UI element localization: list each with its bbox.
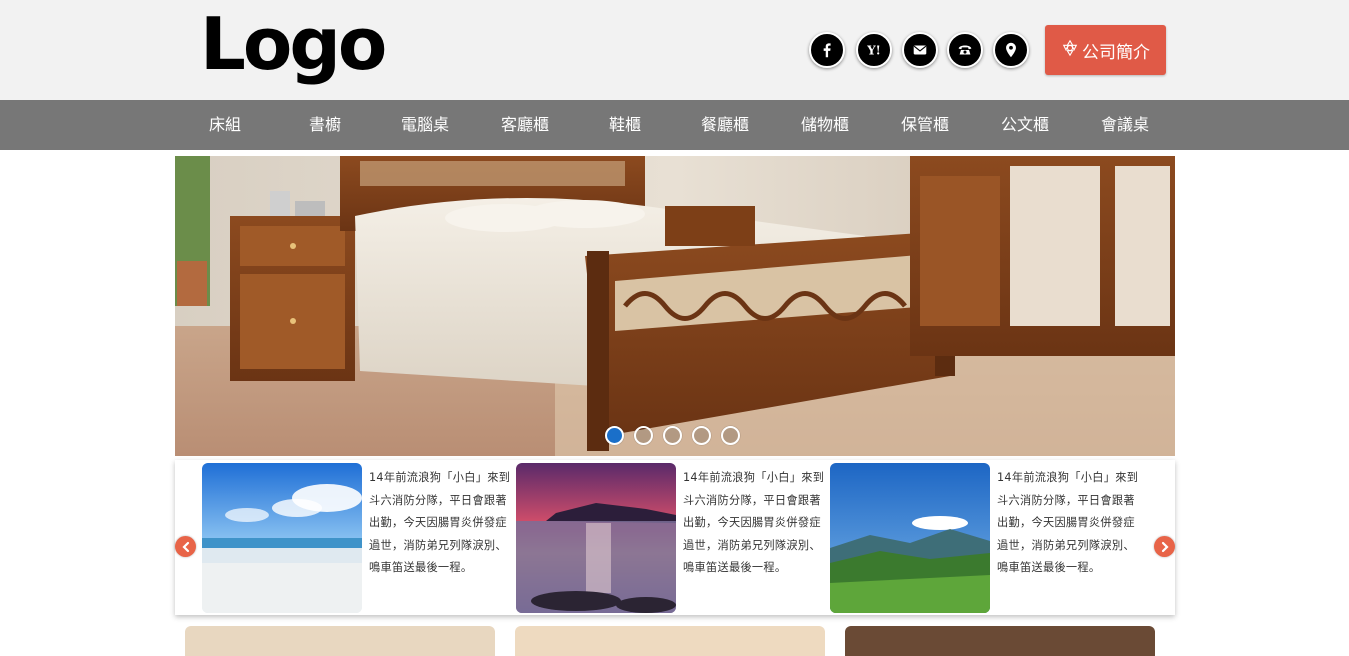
slide-dot-2[interactable] (634, 426, 653, 445)
slide-dot-5[interactable] (721, 426, 740, 445)
card-image-mountain[interactable] (830, 463, 990, 613)
product-teaser-2[interactable] (515, 626, 825, 656)
nav-item-bookcase[interactable]: 書櫥 (275, 100, 375, 150)
award-icon (1061, 39, 1079, 62)
card-text-2: 14年前流浪狗「小白」來到斗六消防分隊，平日會跟著出勤，今天因腸胃炎併發症過世，… (683, 471, 825, 575)
facebook-icon[interactable] (809, 32, 845, 68)
carousel-prev-button[interactable] (175, 536, 196, 557)
chevron-left-icon (181, 541, 189, 552)
card-text-1: 14年前流浪狗「小白」來到斗六消防分隊，平日會跟著出勤，今天因腸胃炎併發症過世，… (369, 471, 511, 575)
slide-dot-3[interactable] (663, 426, 682, 445)
company-intro-label: 公司簡介 (1082, 42, 1150, 63)
carousel-next-button[interactable] (1154, 536, 1175, 557)
nav-item-locker[interactable]: 保管櫃 (875, 100, 975, 150)
nav-item-living-cabinet[interactable]: 客廳櫃 (475, 100, 575, 150)
nav-item-storage-cabinet[interactable]: 儲物櫃 (775, 100, 875, 150)
svg-text:Y!: Y! (866, 44, 880, 58)
card-image-sunset[interactable] (516, 463, 676, 613)
nav-item-dining-cabinet[interactable]: 餐廳櫃 (675, 100, 775, 150)
product-teaser-3[interactable] (845, 626, 1155, 656)
yahoo-icon[interactable]: Y! (856, 32, 892, 68)
card-image-beach[interactable] (202, 463, 362, 613)
company-intro-button[interactable]: 公司簡介 (1045, 25, 1166, 75)
card-text-3: 14年前流浪狗「小白」來到斗六消防分隊，平日會跟著出勤，今天因腸胃炎併發症過世，… (997, 471, 1139, 575)
product-teaser-1[interactable] (185, 626, 495, 656)
site-logo[interactable]: Logo (200, 0, 387, 88)
nav-item-meeting-table[interactable]: 會議桌 (1075, 100, 1175, 150)
nav-item-bed[interactable]: 床組 (175, 100, 275, 150)
main-nav: 床組 書櫥 電腦桌 客廳櫃 鞋櫃 餐廳櫃 儲物櫃 保管櫃 公文櫃 會議桌 (0, 100, 1349, 150)
site-header: Logo Y! 公司簡介 (0, 0, 1349, 100)
chevron-right-icon (1161, 541, 1169, 552)
slide-dot-1[interactable] (605, 426, 624, 445)
slide-dot-4[interactable] (692, 426, 711, 445)
nav-item-file-cabinet[interactable]: 公文櫃 (975, 100, 1075, 150)
location-pin-icon[interactable] (993, 32, 1029, 68)
phone-icon[interactable] (947, 32, 983, 68)
hero-slide-image[interactable] (175, 156, 1175, 456)
nav-item-computer-desk[interactable]: 電腦桌 (375, 100, 475, 150)
nav-item-shoe-cabinet[interactable]: 鞋櫃 (575, 100, 675, 150)
mail-icon[interactable] (902, 32, 938, 68)
